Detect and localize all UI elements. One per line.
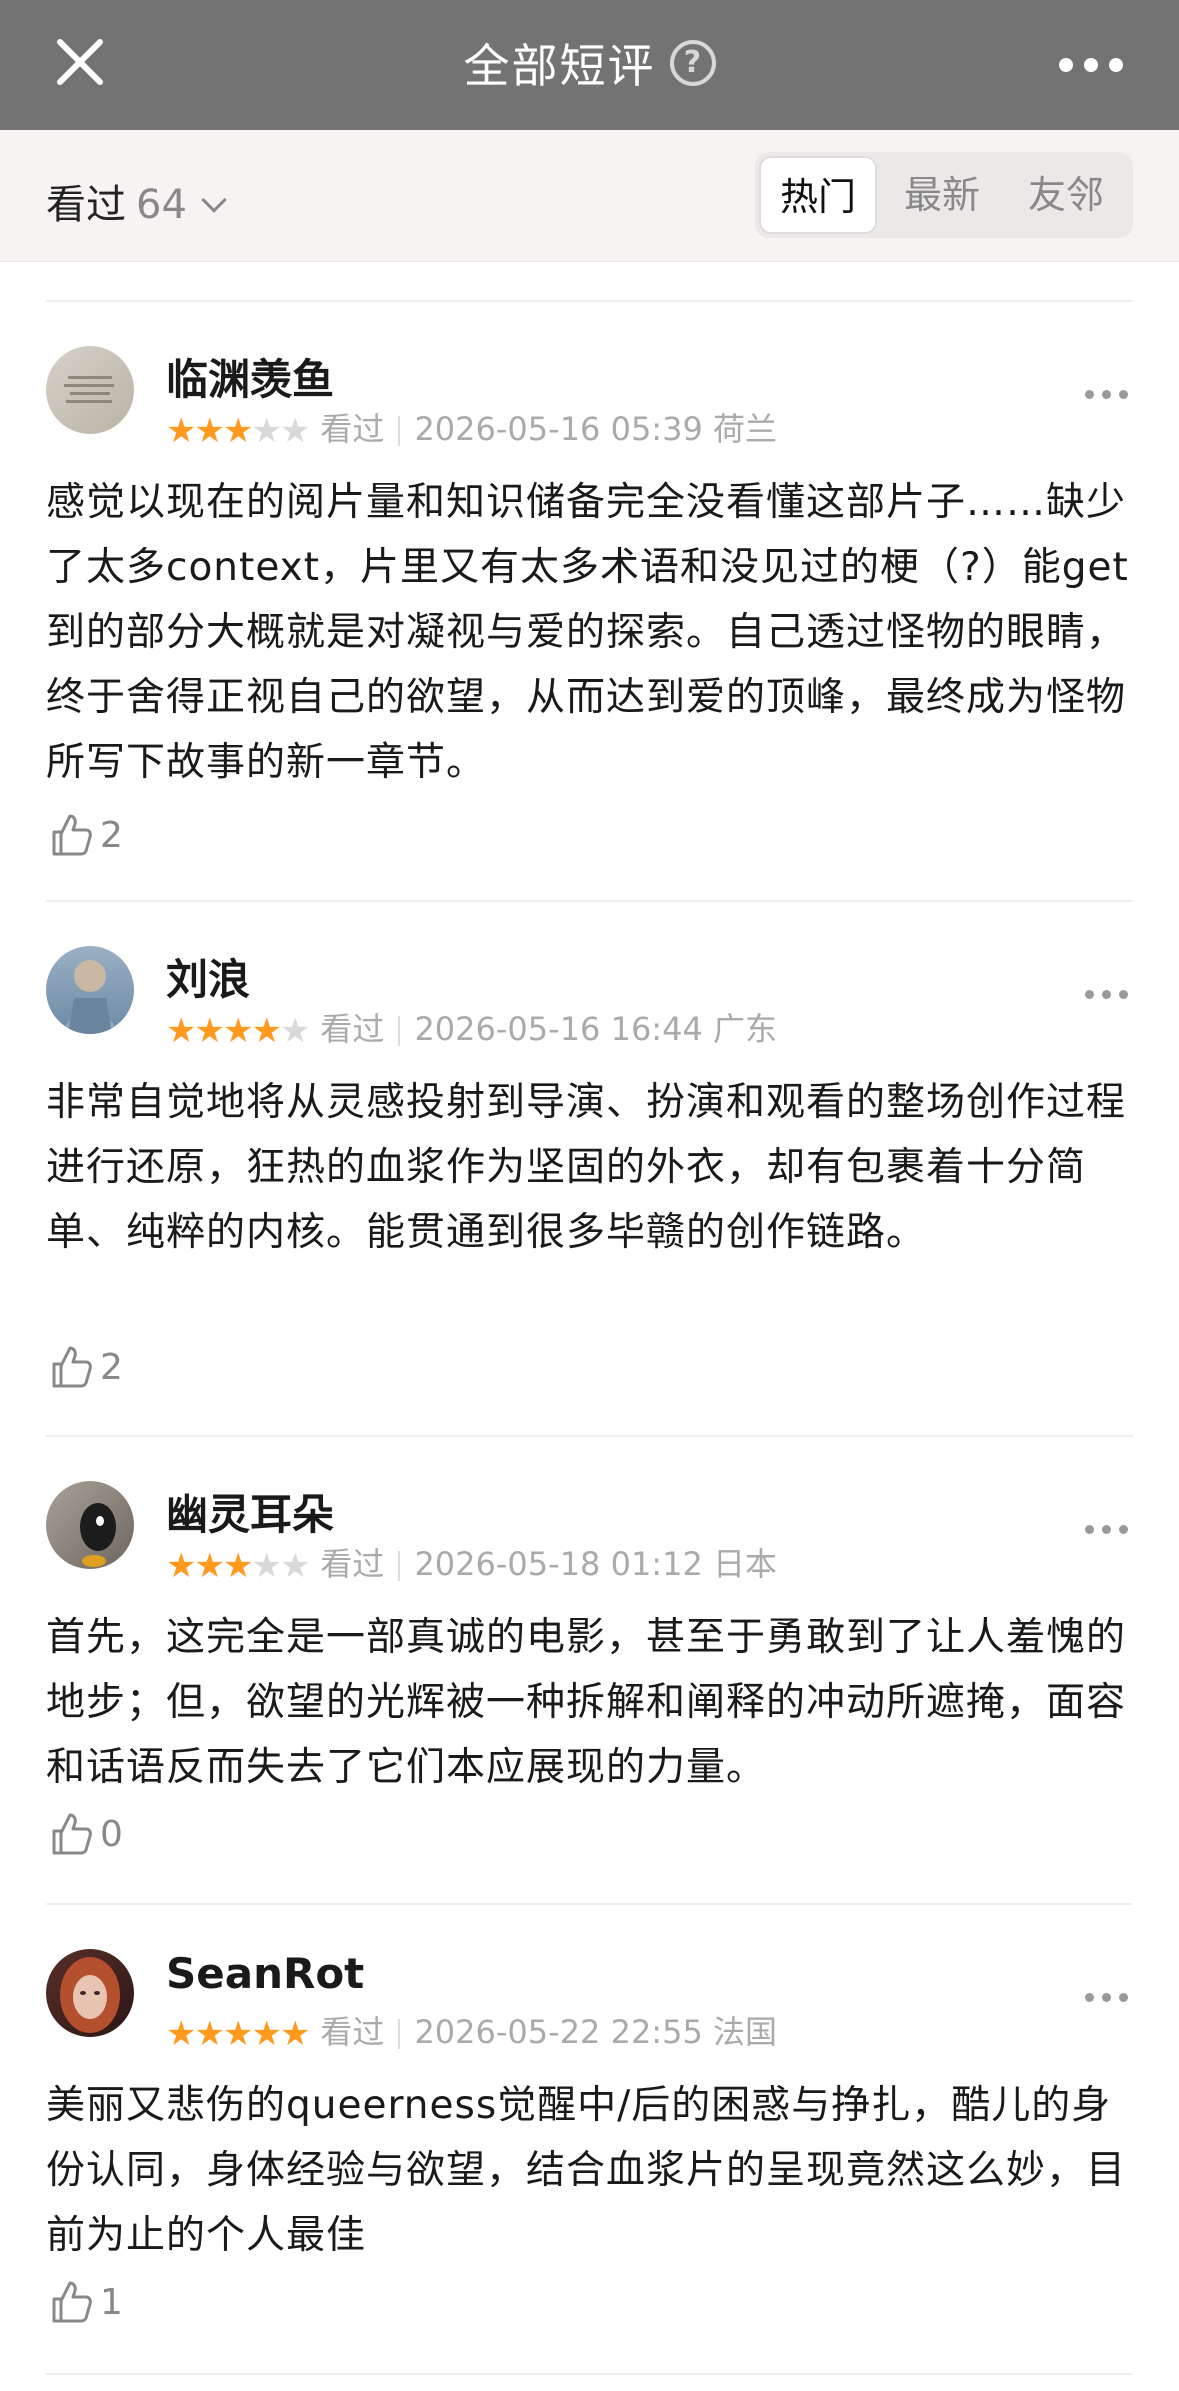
page-title: 全部短评: [463, 39, 656, 93]
like-count: 2: [100, 1346, 123, 1388]
review-time: 2026-05-22 22:55: [414, 2013, 703, 2051]
like-button[interactable]: 2: [46, 1342, 123, 1392]
star-icon: ★: [279, 1011, 311, 1051]
watch-status: 看过: [320, 410, 385, 448]
review-location: 日本: [712, 1545, 777, 1583]
like-button[interactable]: 2: [46, 810, 123, 860]
star-icon: ★: [194, 1546, 225, 1586]
divider: [398, 2019, 401, 2049]
review-time: 2026-05-16 05:39: [414, 410, 703, 448]
review-text: 美丽又悲伤的queerness觉醒中/后的困惑与挣扎，酷儿的身份认同，身体经验与…: [46, 2083, 1127, 2258]
thumbs-up-icon: [52, 814, 92, 856]
star-icon: ★: [279, 2014, 311, 2054]
review-meta: ★★★★★ 看过 2026-05-16 16:44 广东: [166, 1004, 777, 1051]
review-location: 广东: [712, 1010, 777, 1048]
watch-status: 看过: [320, 1010, 385, 1048]
filter-bar: 看过 64 热门 最新 友邻: [0, 130, 1179, 262]
divider: [398, 416, 401, 446]
rating-stars: ★★★★★: [166, 1011, 311, 1051]
review-card: 临渊羡鱼 ★★★★★ 看过 2026-05-16 05:39 荷兰 感觉以现在的阅片…: [46, 302, 1133, 902]
review-more-icon[interactable]: [1085, 1993, 1129, 2003]
help-icon[interactable]: ?: [669, 40, 716, 86]
seen-filter-dropdown[interactable]: 看过 64: [46, 172, 227, 230]
like-count: 0: [100, 1813, 123, 1855]
star-icon: ★: [222, 1011, 254, 1051]
star-icon: ★: [222, 2014, 254, 2054]
more-options-icon[interactable]: [1059, 58, 1123, 72]
rating-stars: ★★★★★: [166, 411, 311, 451]
review-more-icon[interactable]: [1085, 390, 1129, 400]
seen-count: 64: [136, 182, 187, 228]
username[interactable]: SeanRot: [166, 1949, 364, 1998]
divider: [398, 1016, 401, 1046]
tab-friends[interactable]: 友邻: [1007, 156, 1125, 234]
star-icon: ★: [166, 2014, 197, 2054]
rating-stars: ★★★★★: [166, 2014, 311, 2054]
watch-status: 看过: [320, 1545, 385, 1583]
review-location: 荷兰: [712, 410, 777, 448]
star-icon: ★: [166, 1011, 197, 1051]
tab-latest[interactable]: 最新: [883, 156, 1001, 234]
star-icon: ★: [194, 2014, 225, 2054]
review-time: 2026-05-18 01:12: [414, 1545, 703, 1583]
avatar[interactable]: [46, 1481, 134, 1569]
review-more-icon[interactable]: [1085, 1525, 1129, 1535]
star-icon: ★: [279, 1546, 311, 1586]
seen-filter-label: 看过: [46, 182, 126, 228]
username[interactable]: 临渊羡鱼: [166, 346, 334, 407]
review-meta: ★★★★★ 看过 2026-05-22 22:55 法国: [166, 2007, 777, 2054]
review-list: 临渊羡鱼 ★★★★★ 看过 2026-05-16 05:39 荷兰 感觉以现在的阅片…: [46, 300, 1133, 2375]
review-text: 首先，这完全是一部真诚的电影，甚至于勇敢到了让人羞愧的地步；但，欲望的光辉被一种…: [46, 1615, 1127, 1790]
star-icon: ★: [251, 411, 282, 451]
like-count: 2: [100, 814, 123, 856]
review-card: 刘浪 ★★★★★ 看过 2026-05-16 16:44 广东 非常自觉地将从灵感投…: [46, 902, 1133, 1437]
tab-hot[interactable]: 热门: [759, 156, 877, 234]
star-icon: ★: [166, 411, 197, 451]
avatar[interactable]: [46, 946, 134, 1034]
divider: [398, 1551, 401, 1581]
star-icon: ★: [166, 1546, 197, 1586]
sort-segmented-control: 热门 最新 友邻: [755, 152, 1133, 238]
review-text: 感觉以现在的阅片量和知识储备完全没看懂这部片子……缺少了太多context，片里…: [46, 480, 1129, 785]
review-location: 法国: [712, 2013, 777, 2051]
review-time: 2026-05-16 16:44: [414, 1010, 703, 1048]
review-meta: ★★★★★ 看过 2026-05-16 05:39 荷兰: [166, 404, 777, 451]
avatar[interactable]: [46, 1949, 134, 2037]
review-text: 非常自觉地将从灵感投射到导演、扮演和观看的整场创作过程进行还原，狂热的血浆作为坚…: [46, 1080, 1127, 1255]
thumbs-up-icon: [52, 2281, 92, 2323]
username[interactable]: 幽灵耳朵: [166, 1481, 334, 1542]
star-icon: ★: [251, 1011, 282, 1051]
header-title-group: 全部短评?: [0, 30, 1179, 96]
thumbs-up-icon: [52, 1346, 92, 1388]
watch-status: 看过: [320, 2013, 385, 2051]
star-icon: ★: [222, 1546, 254, 1586]
top-bar: 全部短评?: [0, 0, 1179, 130]
username[interactable]: 刘浪: [166, 946, 250, 1007]
review-card: SeanRot ★★★★★ 看过 2026-05-22 22:55 法国 美丽又悲伤…: [46, 1905, 1133, 2375]
star-icon: ★: [222, 411, 254, 451]
like-button[interactable]: 0: [46, 1809, 123, 1859]
avatar[interactable]: [46, 346, 134, 434]
star-icon: ★: [279, 411, 311, 451]
star-icon: ★: [194, 1011, 225, 1051]
review-more-icon[interactable]: [1085, 990, 1129, 1000]
thumbs-up-icon: [52, 1813, 92, 1855]
like-count: 1: [100, 2281, 123, 2323]
star-icon: ★: [194, 411, 225, 451]
review-card: 幽灵耳朵 ★★★★★ 看过 2026-05-18 01:12 日本 首先，这完全是一…: [46, 1437, 1133, 1905]
like-button[interactable]: 1: [46, 2277, 123, 2327]
rating-stars: ★★★★★: [166, 1546, 311, 1586]
review-meta: ★★★★★ 看过 2026-05-18 01:12 日本: [166, 1539, 777, 1586]
star-icon: ★: [251, 2014, 282, 2054]
chevron-down-icon: [201, 187, 227, 213]
star-icon: ★: [251, 1546, 282, 1586]
